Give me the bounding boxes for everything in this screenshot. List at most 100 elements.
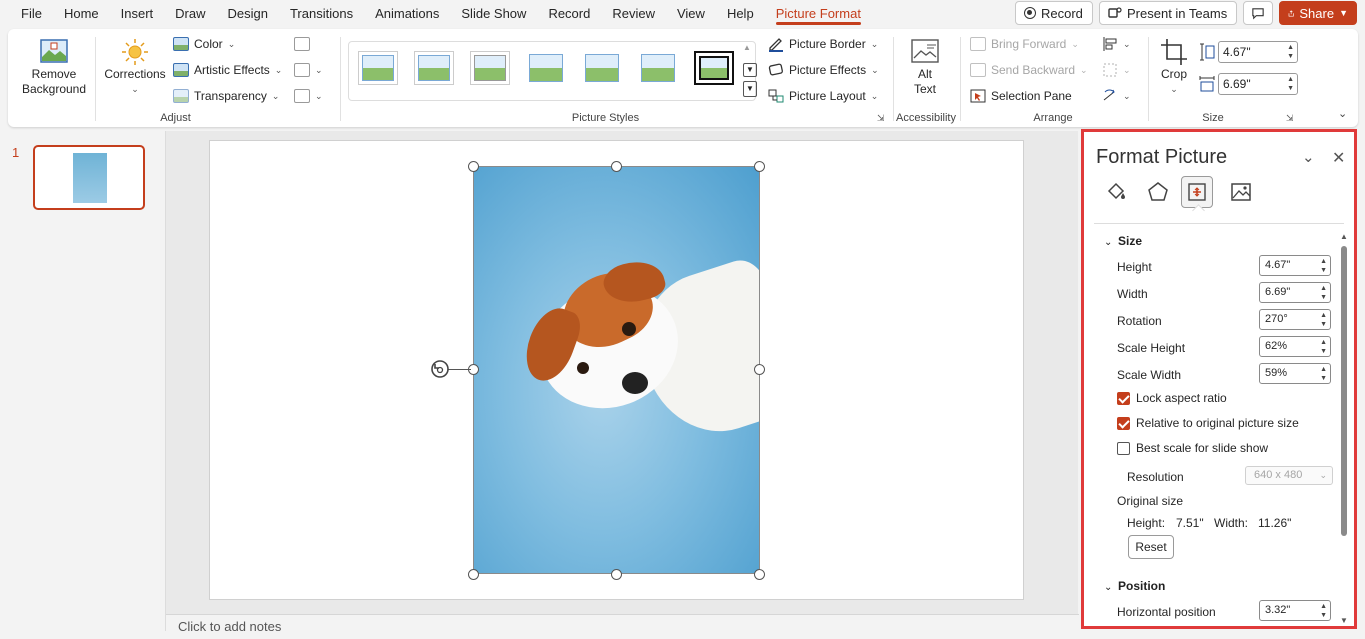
checkbox-checked[interactable] [1117, 416, 1130, 430]
group-button[interactable]: ⌄ [1102, 59, 1131, 81]
present-in-teams-button[interactable]: Present in Teams [1099, 1, 1237, 25]
picture-style-5[interactable] [582, 51, 622, 85]
scrollbar-thumb[interactable] [1341, 246, 1347, 536]
compress-pictures-button[interactable] [294, 33, 310, 55]
tab-file[interactable]: File [10, 0, 53, 27]
tab-home[interactable]: Home [53, 0, 110, 27]
resize-handle-bottom[interactable] [611, 569, 622, 580]
width-input[interactable]: 6.69" ▲ ▼ [1259, 282, 1331, 303]
spinner-arrows[interactable]: ▲ ▼ [1320, 284, 1327, 302]
selection-pane-button[interactable]: Selection Pane [970, 85, 1072, 107]
position-section-header[interactable]: ⌄ Position [1104, 579, 1165, 593]
rotate-button[interactable]: ⌄ [1102, 85, 1131, 107]
alt-text-button[interactable]: Alt Text [901, 37, 949, 97]
slide-thumbnail-1[interactable] [33, 145, 145, 210]
picture-style-2[interactable] [414, 51, 454, 85]
tab-fill-line[interactable] [1100, 176, 1132, 208]
resize-handle-top-right[interactable] [754, 161, 765, 172]
remove-background-button[interactable]: Remove Background [18, 37, 90, 97]
rotation-input[interactable]: 270° ▲ ▼ [1259, 309, 1331, 330]
change-picture-button[interactable]: ⌄ [294, 59, 323, 81]
resize-handle-top-left[interactable] [468, 161, 479, 172]
chevron-down-icon[interactable]: ▼ [1339, 8, 1348, 18]
checkbox-unchecked[interactable] [1117, 441, 1130, 455]
tab-transitions[interactable]: Transitions [279, 0, 364, 27]
lock-aspect-ratio-checkbox[interactable]: Lock aspect ratio [1117, 391, 1227, 405]
pane-scrollbar[interactable]: ▲ ▼ [1340, 232, 1348, 627]
gallery-scroll-down[interactable]: ▼ [743, 63, 757, 77]
tab-review[interactable]: Review [601, 0, 666, 27]
spinner-arrows[interactable]: ▲ ▼ [1287, 43, 1294, 61]
height-input[interactable]: 4.67" ▲ ▼ [1259, 255, 1331, 276]
tab-insert[interactable]: Insert [110, 0, 165, 27]
comments-button[interactable] [1243, 1, 1273, 25]
reset-button[interactable]: Reset [1128, 535, 1174, 559]
menu-bar: File Home Insert Draw Design Transitions… [0, 0, 1365, 27]
resize-handle-bottom-right[interactable] [754, 569, 765, 580]
scroll-down-arrow[interactable]: ▼ [1340, 616, 1348, 625]
picture-style-3[interactable] [470, 51, 510, 85]
tab-slide-show[interactable]: Slide Show [450, 0, 537, 27]
best-scale-checkbox[interactable]: Best scale for slide show [1117, 441, 1268, 455]
picture-style-6[interactable] [638, 51, 678, 85]
picture-style-7[interactable] [694, 51, 734, 85]
size-section-header[interactable]: ⌄ Size [1104, 234, 1142, 248]
send-backward-button[interactable]: Send Backward ⌄ [970, 59, 1088, 81]
close-icon[interactable]: ✕ [1332, 148, 1345, 168]
tab-design[interactable]: Design [217, 0, 279, 27]
reset-picture-button[interactable]: ⌄ [294, 85, 323, 107]
relative-original-size-checkbox[interactable]: Relative to original picture size [1117, 416, 1299, 430]
send-backward-label: Send Backward [991, 63, 1076, 77]
tab-animations[interactable]: Animations [364, 0, 450, 27]
crop-button[interactable]: Crop ⌄ [1156, 37, 1192, 97]
spinner-arrows[interactable]: ▲ ▼ [1320, 257, 1327, 275]
ribbon-height-input[interactable]: 4.67" ▲ ▼ [1218, 41, 1298, 63]
picture-effects-button[interactable]: Picture Effects ⌄ [768, 59, 879, 81]
tab-record[interactable]: Record [537, 0, 601, 27]
share-button[interactable]: Share ▼ [1279, 1, 1357, 25]
tab-size-properties[interactable] [1181, 176, 1213, 208]
tab-draw[interactable]: Draw [164, 0, 216, 27]
picture-style-1[interactable] [358, 51, 398, 85]
gallery-scroll-up[interactable]: ▲ [743, 43, 751, 52]
color-button[interactable]: Color ⌄ [173, 33, 235, 55]
scale-width-input[interactable]: 59% ▲ ▼ [1259, 363, 1331, 384]
resize-handle-top[interactable] [611, 161, 622, 172]
artistic-effects-button[interactable]: Artistic Effects ⌄ [173, 59, 282, 81]
pane-options-chevron-icon[interactable]: ⌄ [1302, 148, 1315, 166]
bring-forward-button[interactable]: Bring Forward ⌄ [970, 33, 1079, 55]
scroll-up-arrow[interactable]: ▲ [1340, 232, 1348, 241]
slide-canvas[interactable] [209, 140, 1024, 600]
resize-handle-bottom-left[interactable] [468, 569, 479, 580]
tab-help[interactable]: Help [716, 0, 765, 27]
collapse-ribbon-button[interactable]: ⌄ [1338, 107, 1347, 120]
tab-effects[interactable] [1142, 176, 1174, 208]
separator [893, 37, 894, 121]
spinner-arrows[interactable]: ▲ ▼ [1287, 75, 1294, 93]
rotate-handle-icon[interactable] [429, 358, 451, 380]
picture-border-button[interactable]: Picture Border ⌄ [768, 33, 878, 55]
spinner-arrows[interactable]: ▲ ▼ [1320, 311, 1327, 329]
spinner-arrows[interactable]: ▲ ▼ [1320, 365, 1327, 383]
spinner-arrows[interactable]: ▲ ▼ [1320, 602, 1327, 620]
gallery-more[interactable]: ▼ [743, 81, 757, 97]
spinner-arrows[interactable]: ▲ ▼ [1320, 338, 1327, 356]
checkbox-checked[interactable] [1117, 391, 1130, 405]
tab-picture-format[interactable]: Picture Format [765, 0, 872, 27]
scale-height-input[interactable]: 62% ▲ ▼ [1259, 336, 1331, 357]
resize-handle-right[interactable] [754, 364, 765, 375]
horizontal-position-input[interactable]: 3.32" ▲ ▼ [1259, 600, 1331, 621]
notes-placeholder[interactable]: Click to add notes [166, 614, 1079, 634]
picture-layout-button[interactable]: Picture Layout ⌄ [768, 85, 878, 107]
corrections-button[interactable]: Corrections ⌄ [101, 37, 169, 97]
transparency-button[interactable]: Transparency ⌄ [173, 85, 279, 107]
picture-style-4[interactable] [526, 51, 566, 85]
tab-view[interactable]: View [666, 0, 716, 27]
size-dialog-launcher[interactable]: ⇲ [1286, 113, 1294, 124]
record-button[interactable]: Record [1015, 1, 1093, 25]
picture-styles-dialog-launcher[interactable]: ⇲ [877, 113, 885, 124]
ribbon-width-input[interactable]: 6.69" ▲ ▼ [1218, 73, 1298, 95]
selected-picture[interactable] [473, 166, 760, 574]
align-button[interactable]: ⌄ [1102, 33, 1131, 55]
tab-picture[interactable] [1225, 176, 1257, 208]
